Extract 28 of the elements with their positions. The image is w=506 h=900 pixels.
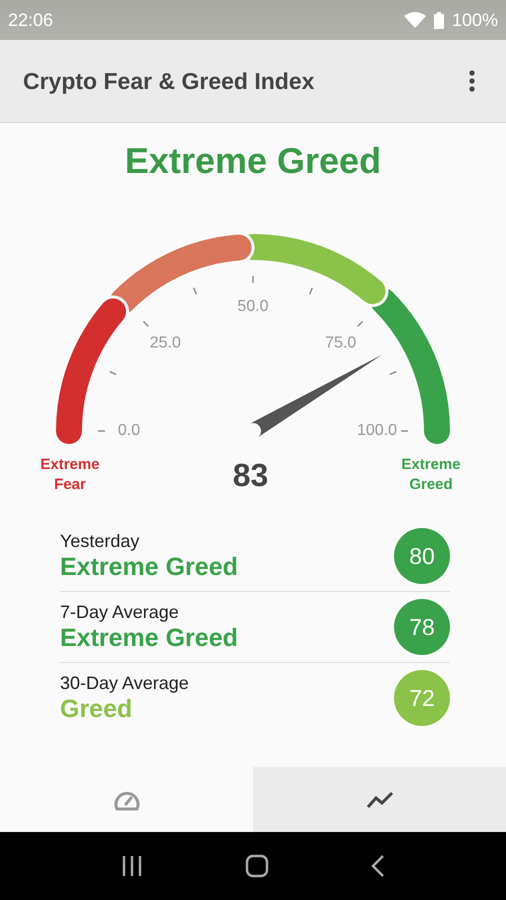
classification-heading: Extreme Greed — [124, 139, 382, 183]
tick-label: 100.0 — [356, 422, 398, 440]
classification-text: Extreme Greed — [60, 552, 238, 582]
index-value: 83 — [232, 456, 268, 494]
value-circle: 80 — [394, 528, 450, 584]
trend-line-icon — [366, 790, 394, 808]
period-label: 30-Day Average — [60, 672, 189, 694]
home-icon[interactable] — [245, 854, 269, 878]
tick-label: 50.0 — [237, 298, 269, 316]
tick-label: 25.0 — [150, 334, 181, 352]
classification-text: Extreme Greed — [60, 623, 238, 653]
back-icon[interactable] — [371, 854, 385, 878]
value-circle: 72 — [394, 670, 450, 726]
more-menu-icon[interactable] — [468, 69, 476, 93]
classification-text: Greed — [60, 694, 134, 724]
fear-label: Extreme Fear — [39, 455, 101, 495]
period-label: Yesterday — [60, 530, 140, 552]
battery-icon — [434, 12, 444, 28]
value-circle: 78 — [394, 599, 450, 655]
battery-level: 100% — [452, 10, 498, 30]
recent-apps-icon[interactable] — [121, 856, 143, 876]
status-time: 22:06 — [8, 10, 54, 30]
tick-label: 0.0 — [118, 422, 140, 440]
app-title: Crypto Fear & Greed Index — [23, 68, 314, 94]
period-label: 7-Day Average — [60, 601, 180, 623]
wifi-icon — [404, 12, 426, 28]
greed-label: Extreme Greed — [400, 455, 462, 495]
tick-label: 75.0 — [325, 334, 356, 352]
